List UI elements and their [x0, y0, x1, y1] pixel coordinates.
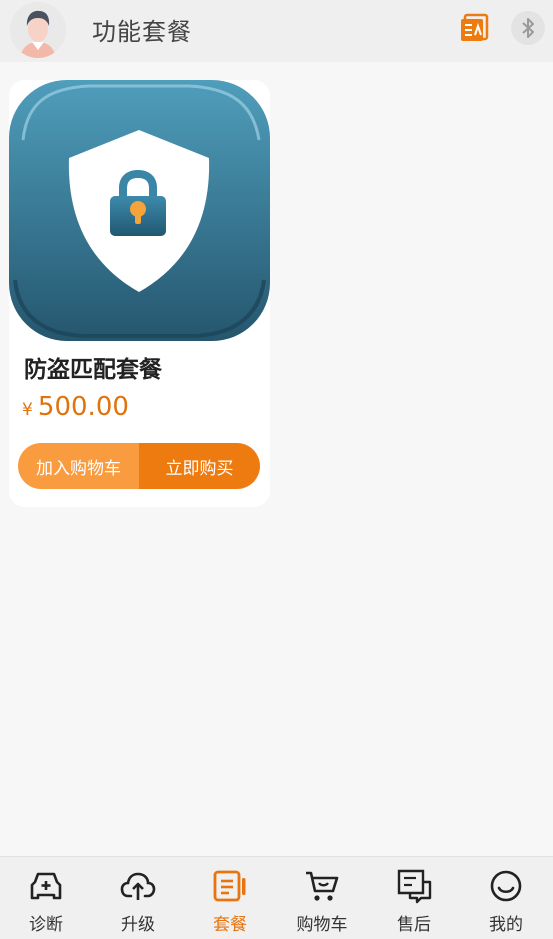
- user-avatar[interactable]: [10, 2, 66, 58]
- shield-lock-icon: [9, 80, 270, 341]
- buy-now-button[interactable]: 立即购买: [139, 443, 260, 489]
- upload-cloud-icon: [120, 872, 156, 900]
- add-to-cart-button[interactable]: 加入购物车: [18, 443, 139, 489]
- nav-label: 升级: [121, 915, 155, 935]
- diagnosis-icon: [30, 872, 62, 900]
- package-icon: [213, 870, 246, 902]
- nav-item-after-sales[interactable]: 售后: [368, 857, 460, 939]
- nav-label: 我的: [489, 915, 523, 935]
- product-name: 防盗匹配套餐: [24, 357, 162, 383]
- bluetooth-button[interactable]: [511, 11, 545, 45]
- cart-icon: [306, 871, 339, 901]
- bluetooth-icon: [522, 18, 534, 38]
- nav-item-diagnosis[interactable]: 诊断: [0, 857, 92, 939]
- nav-item-package[interactable]: 套餐: [184, 857, 276, 939]
- user-avatar-icon: [10, 2, 66, 58]
- nav-label: 诊断: [29, 915, 63, 935]
- product-card[interactable]: 防盗匹配套餐 ¥ 500.00 加入购物车 立即购买: [9, 80, 270, 507]
- nav-label: 购物车: [296, 915, 348, 935]
- page-title: 功能套餐: [92, 18, 192, 46]
- nav-label: 售后: [397, 915, 431, 935]
- product-image[interactable]: [9, 80, 270, 341]
- nav-item-mine[interactable]: 我的: [460, 857, 552, 939]
- nav-item-upgrade[interactable]: 升级: [92, 857, 184, 939]
- currency-symbol: ¥: [22, 400, 33, 420]
- bottom-nav: 诊断 升级 套餐 购物车 售后 我的: [0, 856, 553, 939]
- smiley-icon: [490, 870, 522, 902]
- product-price: ¥ 500.00: [22, 392, 129, 422]
- nav-label: 套餐: [213, 915, 247, 935]
- purchase-button-group: 加入购物车 立即购买: [18, 443, 260, 489]
- price-amount: 500.00: [37, 392, 129, 422]
- app-header: 功能套餐: [0, 0, 553, 62]
- after-sales-icon: [397, 869, 432, 904]
- orders-button[interactable]: [459, 13, 489, 43]
- orders-list-icon: [461, 13, 489, 41]
- nav-item-cart[interactable]: 购物车: [276, 857, 368, 939]
